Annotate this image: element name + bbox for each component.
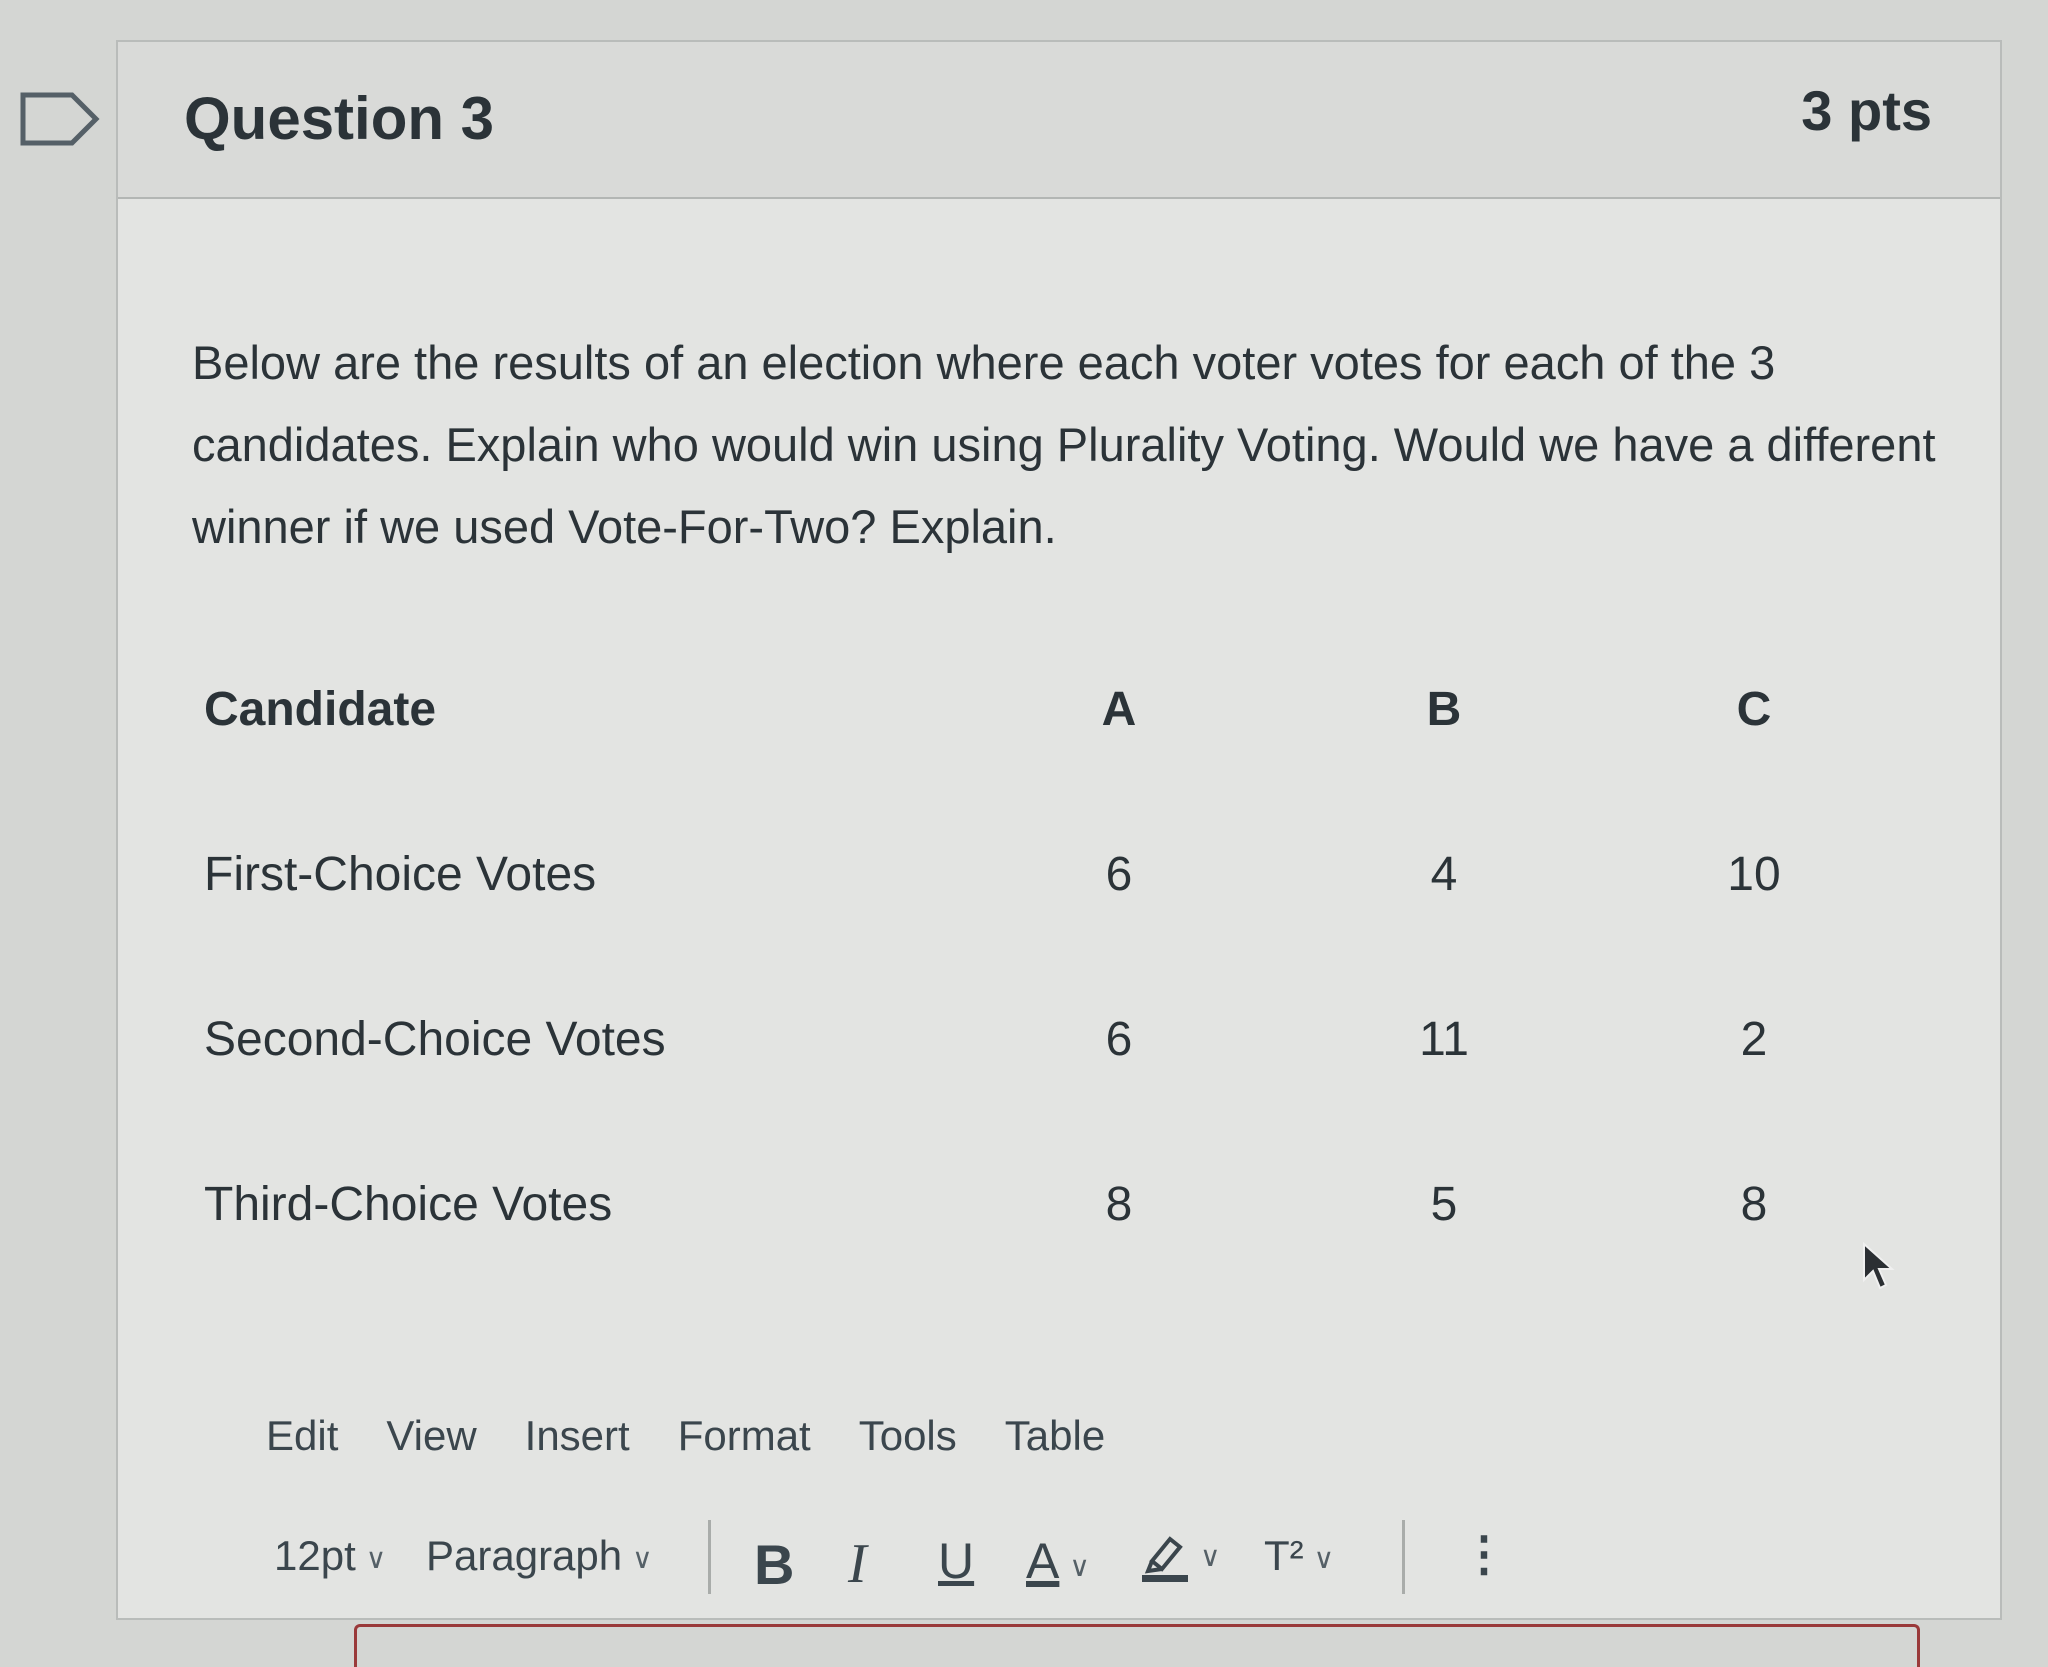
header-c: C bbox=[1736, 683, 1772, 736]
cell-a: 6 bbox=[1105, 1013, 1133, 1066]
cell-c: 10 bbox=[1727, 848, 1781, 901]
mouse-cursor-icon bbox=[1863, 1241, 1895, 1290]
block-format-value: Paragraph bbox=[426, 1532, 623, 1579]
font-color-icon: A bbox=[1026, 1533, 1060, 1589]
chevron-down-icon: ∨ bbox=[632, 1543, 653, 1575]
cell-b: 5 bbox=[1430, 1178, 1458, 1231]
menu-table[interactable]: Table bbox=[1005, 1412, 1105, 1459]
editor-content-area[interactable] bbox=[354, 1624, 1920, 1667]
chevron-down-icon: ∨ bbox=[1069, 1551, 1090, 1583]
question-text: Below are the results of an election whe… bbox=[192, 336, 1936, 553]
table-row: Third-Choice Votes 8 5 8 bbox=[204, 1177, 1824, 1342]
cell-b: 4 bbox=[1430, 848, 1458, 901]
question-header: Question 3 3 pts bbox=[118, 42, 2000, 199]
toolbar-divider bbox=[708, 1520, 711, 1594]
question-title: Question 3 bbox=[184, 85, 495, 152]
editor-toolbar: 12pt ∨ Paragraph ∨ B I U A ∨ ∨ T² ∨ ⋮ bbox=[274, 1520, 1854, 1596]
highlight-color-button[interactable]: ∨ bbox=[1140, 1530, 1221, 1583]
editor-menubar: Edit View Insert Format Tools Table bbox=[266, 1412, 1153, 1460]
question-card: Question 3 3 pts Below are the results o… bbox=[116, 40, 2002, 1667]
cell-b: 11 bbox=[1419, 1013, 1469, 1066]
votes-table: Candidate A B C First-Choice Votes 6 4 1… bbox=[204, 682, 1824, 1342]
cell-a: 8 bbox=[1105, 1178, 1133, 1231]
menu-format[interactable]: Format bbox=[678, 1412, 811, 1459]
chevron-down-icon: ∨ bbox=[1200, 1541, 1221, 1573]
question-points: 3 pts bbox=[1801, 79, 1932, 142]
flag-question-icon[interactable] bbox=[20, 92, 100, 146]
italic-button[interactable]: I bbox=[848, 1532, 867, 1596]
font-color-button[interactable]: A ∨ bbox=[1026, 1532, 1090, 1590]
cell-c: 2 bbox=[1740, 1013, 1768, 1066]
cell-c: 8 bbox=[1740, 1178, 1768, 1231]
row-label: Third-Choice Votes bbox=[204, 1178, 613, 1231]
toolbar-divider bbox=[1402, 1520, 1405, 1594]
font-size-dropdown[interactable]: 12pt ∨ bbox=[274, 1532, 386, 1580]
header-b: B bbox=[1426, 683, 1462, 736]
underline-button[interactable]: U bbox=[938, 1532, 974, 1590]
table-row: First-Choice Votes 6 4 10 bbox=[204, 847, 1824, 1012]
header-candidate: Candidate bbox=[204, 683, 437, 736]
menu-insert[interactable]: Insert bbox=[525, 1412, 630, 1459]
menu-view[interactable]: View bbox=[386, 1412, 476, 1459]
row-label: First-Choice Votes bbox=[204, 848, 597, 901]
chevron-down-icon: ∨ bbox=[1313, 1543, 1335, 1575]
more-options-button[interactable]: ⋮ bbox=[1460, 1526, 1508, 1582]
row-label: Second-Choice Votes bbox=[204, 1013, 666, 1066]
menu-tools[interactable]: Tools bbox=[859, 1412, 957, 1459]
superscript-button[interactable]: T² ∨ bbox=[1264, 1532, 1334, 1580]
table-row: Second-Choice Votes 6 11 2 bbox=[204, 1012, 1824, 1177]
chevron-down-icon: ∨ bbox=[365, 1543, 387, 1575]
cell-a: 6 bbox=[1105, 848, 1133, 901]
header-a: A bbox=[1101, 683, 1137, 736]
block-format-dropdown[interactable]: Paragraph ∨ bbox=[426, 1532, 653, 1580]
font-size-value: 12pt bbox=[274, 1532, 356, 1579]
highlighter-icon bbox=[1142, 1536, 1188, 1582]
bold-button[interactable]: B bbox=[754, 1532, 794, 1597]
table-header-row: Candidate A B C bbox=[204, 682, 1824, 847]
superscript-icon: T² bbox=[1264, 1532, 1304, 1579]
menu-edit[interactable]: Edit bbox=[266, 1412, 338, 1459]
